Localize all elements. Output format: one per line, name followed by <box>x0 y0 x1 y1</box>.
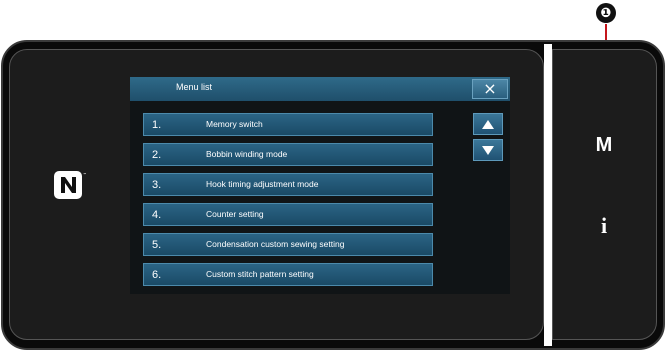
close-button[interactable]: × <box>472 79 508 99</box>
scroll-up-button[interactable] <box>473 113 503 135</box>
menu-item-counter-setting[interactable]: 4. Counter setting <box>143 203 433 226</box>
menu-item-number: 3. <box>152 179 162 191</box>
menu-key[interactable]: M <box>584 134 624 157</box>
triangle-down-icon <box>482 146 494 155</box>
callout-badge: ❶ <box>596 3 616 23</box>
triangle-up-icon <box>482 120 494 129</box>
scroll-down-button[interactable] <box>473 139 503 161</box>
menu-list-dialog: Menu list × 1. Memory switch 2. Bobbin w… <box>130 77 510 294</box>
menu-item-number: 6. <box>152 269 162 281</box>
dialog-header: Menu list × <box>130 77 510 101</box>
info-key[interactable]: i <box>584 213 624 239</box>
menu-item-label: Bobbin winding mode <box>206 149 288 159</box>
menu-item-condensation-custom[interactable]: 5. Condensation custom sewing setting <box>143 233 433 256</box>
menu-item-label: Custom stitch pattern setting <box>206 269 314 279</box>
menu-item-label: Hook timing adjustment mode <box>206 179 319 189</box>
menu-item-label: Counter setting <box>206 209 264 219</box>
menu-item-label: Condensation custom sewing setting <box>206 239 345 249</box>
nfc-icon: ™ <box>52 169 88 201</box>
menu-item-bobbin-winding[interactable]: 2. Bobbin winding mode <box>143 143 433 166</box>
menu-item-number: 1. <box>152 119 162 131</box>
side-key-panel <box>552 49 657 340</box>
menu-item-number: 5. <box>152 239 162 251</box>
menu-item-hook-timing[interactable]: 3. Hook timing adjustment mode <box>143 173 433 196</box>
menu-item-number: 2. <box>152 149 162 161</box>
dialog-title: Menu list <box>176 82 213 92</box>
panel-divider <box>544 44 552 346</box>
menu-item-custom-stitch[interactable]: 6. Custom stitch pattern setting <box>143 263 433 286</box>
menu-item-number: 4. <box>152 209 162 221</box>
svg-text:™: ™ <box>83 172 87 177</box>
menu-item-label: Memory switch <box>206 119 263 129</box>
menu-item-memory-switch[interactable]: 1. Memory switch <box>143 113 433 136</box>
